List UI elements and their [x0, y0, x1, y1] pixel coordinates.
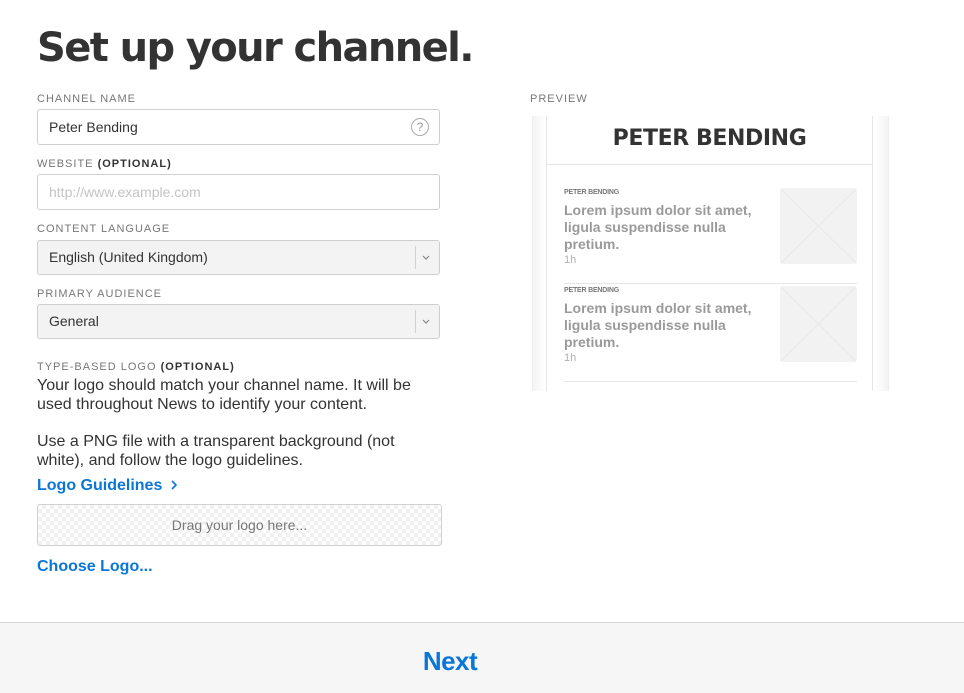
preview-article-headline: Lorem ipsum dolor sit amet, ligula suspe… [564, 300, 752, 350]
logo-label-text: TYPE-BASED LOGO [37, 361, 157, 373]
chevron-down-icon [422, 255, 430, 260]
channel-name-value: Peter Bending [49, 119, 138, 135]
preview-article-source: PETER BENDING [564, 189, 619, 196]
choose-logo-link[interactable]: Choose Logo... [37, 557, 153, 577]
next-button[interactable]: Next [400, 641, 500, 681]
preview-device: PETER BENDING PETER BENDING Lorem ipsum … [546, 116, 873, 391]
logo-description: Your logo should match your channel name… [37, 377, 411, 413]
preview-label: PREVIEW [530, 93, 588, 105]
preview-panel: PETER BENDING PETER BENDING Lorem ipsum … [532, 116, 889, 391]
footer-bar: Next [0, 622, 964, 693]
content-language-value: English (United Kingdom) [49, 249, 208, 265]
logo-guidelines-link[interactable]: Logo Guidelines [37, 476, 179, 496]
primary-audience-select[interactable]: General [37, 304, 440, 339]
preview-article: PETER BENDING Lorem ipsum dolor sit amet… [564, 186, 857, 284]
image-placeholder-icon [780, 188, 857, 264]
channel-name-label: CHANNEL NAME [37, 93, 136, 105]
website-field[interactable] [37, 174, 440, 210]
logo-instructions: Use a PNG file with a transparent backgr… [37, 433, 395, 469]
preview-channel-title: PETER BENDING [547, 116, 872, 165]
page-title: Set up your channel. [37, 25, 474, 71]
primary-audience-value: General [49, 313, 99, 329]
content-language-label: CONTENT LANGUAGE [37, 223, 171, 235]
preview-article-source: PETER BENDING [564, 287, 619, 294]
primary-audience-label: PRIMARY AUDIENCE [37, 288, 163, 300]
preview-edge-right [875, 116, 889, 391]
preview-edge-left [532, 116, 546, 391]
logo-label: TYPE-BASED LOGO (OPTIONAL) [37, 360, 235, 374]
logo-optional-tag: (OPTIONAL) [160, 361, 235, 373]
select-divider [415, 310, 416, 333]
website-label: WEBSITE (OPTIONAL) [37, 157, 172, 171]
content-language-select[interactable]: English (United Kingdom) [37, 240, 440, 275]
preview-article: PETER BENDING Lorem ipsum dolor sit amet… [564, 284, 857, 382]
logo-guidelines-label: Logo Guidelines [37, 477, 163, 494]
preview-article-time: 1h [564, 352, 577, 364]
help-icon[interactable]: ? [411, 118, 429, 136]
logo-dropzone[interactable]: Drag your logo here... [37, 504, 442, 546]
preview-article-time: 1h [564, 254, 577, 266]
chevron-down-icon [422, 319, 430, 324]
image-placeholder-icon [780, 286, 857, 362]
select-divider [415, 246, 416, 269]
channel-name-field[interactable]: Peter Bending ? [37, 109, 440, 145]
preview-article-headline: Lorem ipsum dolor sit amet, ligula suspe… [564, 202, 752, 252]
website-optional-tag: (OPTIONAL) [97, 158, 172, 170]
website-label-text: WEBSITE [37, 158, 94, 170]
chevron-right-icon [171, 480, 177, 490]
